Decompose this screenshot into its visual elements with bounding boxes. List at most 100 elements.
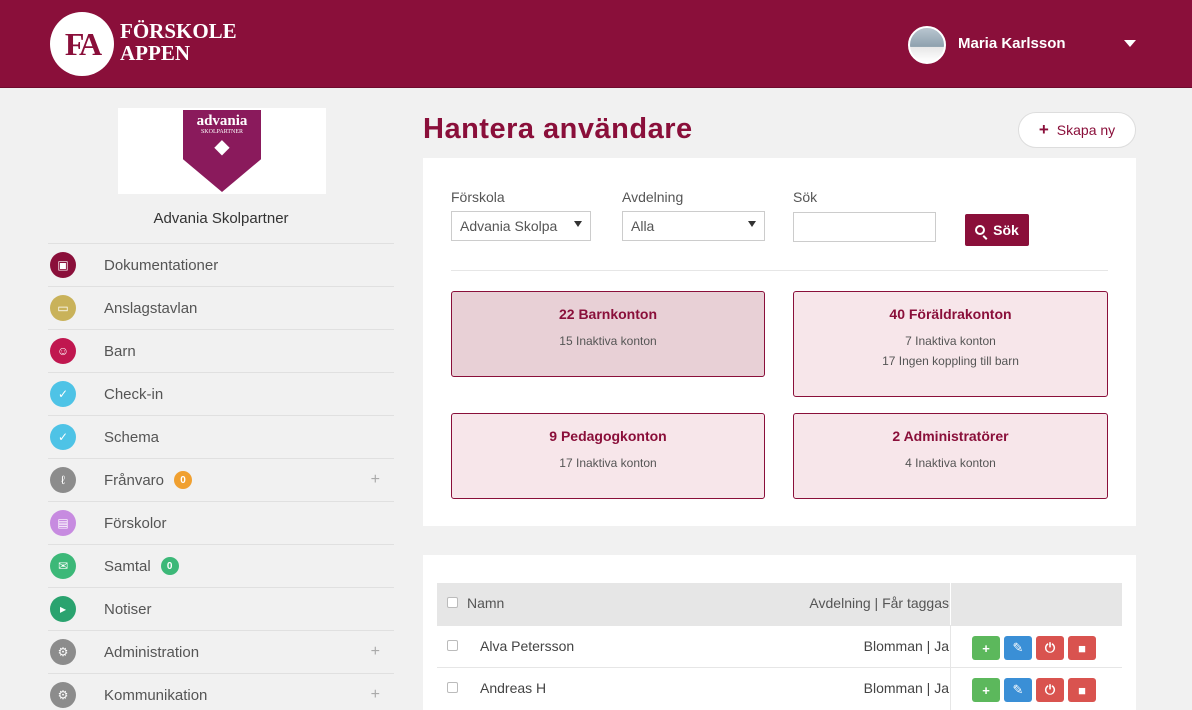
column-header-avdelning[interactable]: Avdelning | Får taggas xyxy=(809,595,949,611)
plus-icon: + xyxy=(1038,120,1049,139)
image-icon: ▣ xyxy=(50,252,76,278)
smiley-icon: ☺ xyxy=(50,338,76,364)
app-logo-icon[interactable]: FA xyxy=(50,12,114,76)
column-divider xyxy=(950,668,951,710)
logo-mark: FA xyxy=(64,25,102,62)
thermometer-icon: ℓ xyxy=(50,467,76,493)
sidebar-item-label: Notiser xyxy=(104,600,152,618)
sidebar-item-forskolor[interactable]: ▤ Förskolor xyxy=(48,501,394,544)
sidebar-item-label: Dokumentationer xyxy=(104,256,219,274)
sidebar-item-notiser[interactable]: ▸ Notiser xyxy=(48,587,394,630)
create-new-button[interactable]: + Skapa ny xyxy=(1018,112,1136,148)
sidebar-item-dokumentationer[interactable]: ▣ Dokumentationer xyxy=(48,243,394,286)
select-all-checkbox[interactable] xyxy=(447,597,458,608)
logo-line1: FÖRSKOLE xyxy=(120,19,237,43)
row-avdelning: Blomman | Ja xyxy=(863,638,949,654)
edit-icon[interactable]: ✎ xyxy=(1004,636,1032,660)
expand-plus-icon[interactable]: + xyxy=(371,643,380,661)
create-new-label: Skapa ny xyxy=(1056,122,1116,138)
trash-icon[interactable]: ■ xyxy=(1068,636,1096,660)
row-checkbox[interactable] xyxy=(447,640,458,651)
stat-line: 17 Ingen koppling till barn xyxy=(882,354,1019,368)
stat-title: 22 Barnkonton xyxy=(558,306,657,322)
table-row: Andreas H Blomman | Ja + ✎ ⏻ ■ xyxy=(437,667,1122,710)
sidebar-item-barn[interactable]: ☺ Barn xyxy=(48,329,394,372)
sidebar-item-label: Check-in xyxy=(104,385,164,403)
sidebar-item-franvaro[interactable]: ℓ Frånvaro 0 + xyxy=(48,458,394,501)
search-input[interactable] xyxy=(793,212,936,242)
column-header-name[interactable]: Namn xyxy=(467,595,504,611)
status-badge: 0 xyxy=(160,557,179,575)
stat-title: 9 Pedagogkonton xyxy=(549,428,667,444)
user-name[interactable]: Maria Karlsson xyxy=(958,35,1066,52)
avatar[interactable] xyxy=(908,26,946,64)
book-icon: ▤ xyxy=(50,510,76,536)
search-label: Sök xyxy=(793,189,818,205)
dept-filter-label: Avdelning xyxy=(622,189,684,205)
school-select[interactable]: Advania Skolpa xyxy=(451,211,591,241)
user-menu-caret-icon[interactable] xyxy=(1124,40,1136,47)
search-button-label: Sök xyxy=(993,222,1019,238)
dept-select[interactable]: Alla xyxy=(622,211,765,241)
edit-icon[interactable]: ✎ xyxy=(1004,678,1032,702)
row-name: Andreas H xyxy=(480,680,547,696)
stat-line: 4 Inaktiva konton xyxy=(905,456,996,470)
power-icon[interactable]: ⏻ xyxy=(1036,636,1064,660)
expand-plus-icon[interactable]: + xyxy=(371,686,380,704)
stat-title: 2 Administratörer xyxy=(892,428,1009,444)
sidebar-item-label: Administration xyxy=(104,643,200,661)
filter-panel: Förskola Advania Skolpa Avdelning Alla S… xyxy=(423,158,1136,526)
sidebar-item-samtal[interactable]: ✉ Samtal 0 xyxy=(48,544,394,587)
stat-card-administratorer[interactable]: 2 Administratörer 4 Inaktiva konton xyxy=(793,413,1108,499)
sidebar-item-kommunikation[interactable]: ⚙ Kommunikation + xyxy=(48,673,394,710)
add-icon[interactable]: + xyxy=(972,636,1000,660)
sidebar-item-anslagstavlan[interactable]: ▭ Anslagstavlan xyxy=(48,286,394,329)
sidebar-item-check-in[interactable]: ✓ Check-in xyxy=(48,372,394,415)
users-table-panel: Namn Avdelning | Får taggas Alva Peterss… xyxy=(423,555,1136,710)
school-select-value: Advania Skolpa xyxy=(460,218,558,234)
top-header: FA FÖRSKOLE APPEN Maria Karlsson xyxy=(0,0,1192,88)
trash-icon[interactable]: ■ xyxy=(1068,678,1096,702)
shield-logo-icon: advania SKOLPARTNER ◆ xyxy=(183,110,261,192)
row-avdelning: Blomman | Ja xyxy=(863,680,949,696)
gear-icon: ⚙ xyxy=(50,682,76,708)
sidebar-item-schema[interactable]: ✓ Schema xyxy=(48,415,394,458)
page-title: Hantera användare xyxy=(423,113,693,145)
sidebar-item-label: Samtal xyxy=(104,557,151,575)
chevron-down-icon xyxy=(748,221,756,227)
column-divider xyxy=(950,583,951,625)
search-button[interactable]: Sök xyxy=(965,214,1029,246)
check-icon: ✓ xyxy=(50,381,76,407)
org-logo-line1: advania xyxy=(196,113,248,129)
sidebar-nav: ▣ Dokumentationer ▭ Anslagstavlan ☺ Barn… xyxy=(48,243,394,710)
table-row: Alva Petersson Blomman | Ja + ✎ ⏻ ■ xyxy=(437,625,1122,668)
school-filter-label: Förskola xyxy=(451,189,505,205)
monitor-icon: ▭ xyxy=(50,295,76,321)
sidebar-item-label: Kommunikation xyxy=(104,686,208,704)
envelope-icon: ✉ xyxy=(50,553,76,579)
sidebar-item-label: Frånvaro xyxy=(104,471,165,489)
org-name: Advania Skolpartner xyxy=(153,210,289,227)
column-divider xyxy=(950,626,951,668)
stat-card-barnkonton[interactable]: 22 Barnkonton 15 Inaktiva konton xyxy=(451,291,765,377)
stat-line: 17 Inaktiva konton xyxy=(559,456,657,470)
row-checkbox[interactable] xyxy=(447,682,458,693)
add-icon[interactable]: + xyxy=(972,678,1000,702)
expand-plus-icon[interactable]: + xyxy=(371,471,380,489)
logo-line2: APPEN xyxy=(120,41,190,65)
search-icon xyxy=(975,225,986,235)
app-logo-text[interactable]: FÖRSKOLE APPEN xyxy=(120,20,237,64)
stat-card-foraldrakonton[interactable]: 40 Föräldrakonton 7 Inaktiva konton 17 I… xyxy=(793,291,1108,397)
stat-title: 40 Föräldrakonton xyxy=(889,306,1012,322)
stat-line: 7 Inaktiva konton xyxy=(905,334,996,348)
chevron-down-icon xyxy=(574,221,582,227)
stat-card-pedagogkonton[interactable]: 9 Pedagogkonton 17 Inaktiva konton xyxy=(451,413,765,499)
row-name: Alva Petersson xyxy=(480,638,575,654)
divider xyxy=(451,270,1108,271)
megaphone-icon: ▸ xyxy=(50,596,76,622)
sidebar-item-administration[interactable]: ⚙ Administration + xyxy=(48,630,394,673)
power-icon[interactable]: ⏻ xyxy=(1036,678,1064,702)
sidebar-item-label: Anslagstavlan xyxy=(104,299,198,317)
stat-line: 15 Inaktiva konton xyxy=(559,334,657,348)
sidebar-item-label: Schema xyxy=(104,428,160,446)
